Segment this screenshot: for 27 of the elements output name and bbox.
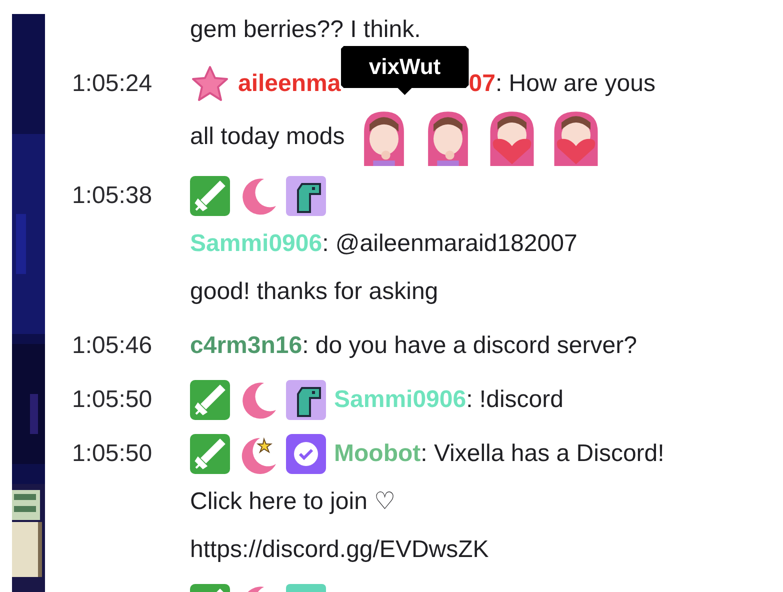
message-text: : !discord — [466, 385, 564, 415]
sword-badge-icon[interactable] — [190, 434, 230, 474]
star-badge-icon[interactable] — [190, 64, 230, 104]
sword-badge-icon[interactable] — [190, 176, 230, 216]
timestamp: 1:05:38 — [72, 182, 152, 209]
username[interactable]: Moobot — [334, 430, 421, 478]
sword-badge-icon[interactable] — [190, 380, 230, 420]
dinosaur-badge-icon[interactable] — [286, 176, 326, 216]
message-text: : do you have a discord server? — [302, 331, 637, 361]
message-text: Click here to join ♡ — [190, 487, 396, 517]
message-text: : How are yous — [495, 69, 656, 99]
check-badge-icon[interactable] — [286, 434, 326, 474]
username[interactable]: aileenma — [238, 60, 341, 108]
dinosaur-badge-icon[interactable] — [286, 380, 326, 420]
message-text: : Vixella has a Discord! — [420, 439, 664, 469]
message-text: : @aileenmaraid182007 — [322, 229, 578, 259]
timestamp: 1:05:50 — [72, 440, 152, 467]
tooltip: vixWut — [340, 46, 469, 95]
timestamp: 1:05:50 — [72, 386, 152, 413]
username[interactable]: 07 — [468, 60, 496, 108]
timestamp: 1:05:46 — [72, 332, 152, 359]
message-text: gem berries?? I think. — [190, 15, 421, 45]
message-text: all today mods — [190, 122, 345, 152]
message-text: good! thanks for asking — [190, 277, 438, 307]
username[interactable]: c4rm3n16 — [190, 322, 302, 370]
message-text: https://discord.gg/EVDwsZK — [190, 535, 489, 565]
timestamp: 1:05:24 — [72, 70, 152, 97]
